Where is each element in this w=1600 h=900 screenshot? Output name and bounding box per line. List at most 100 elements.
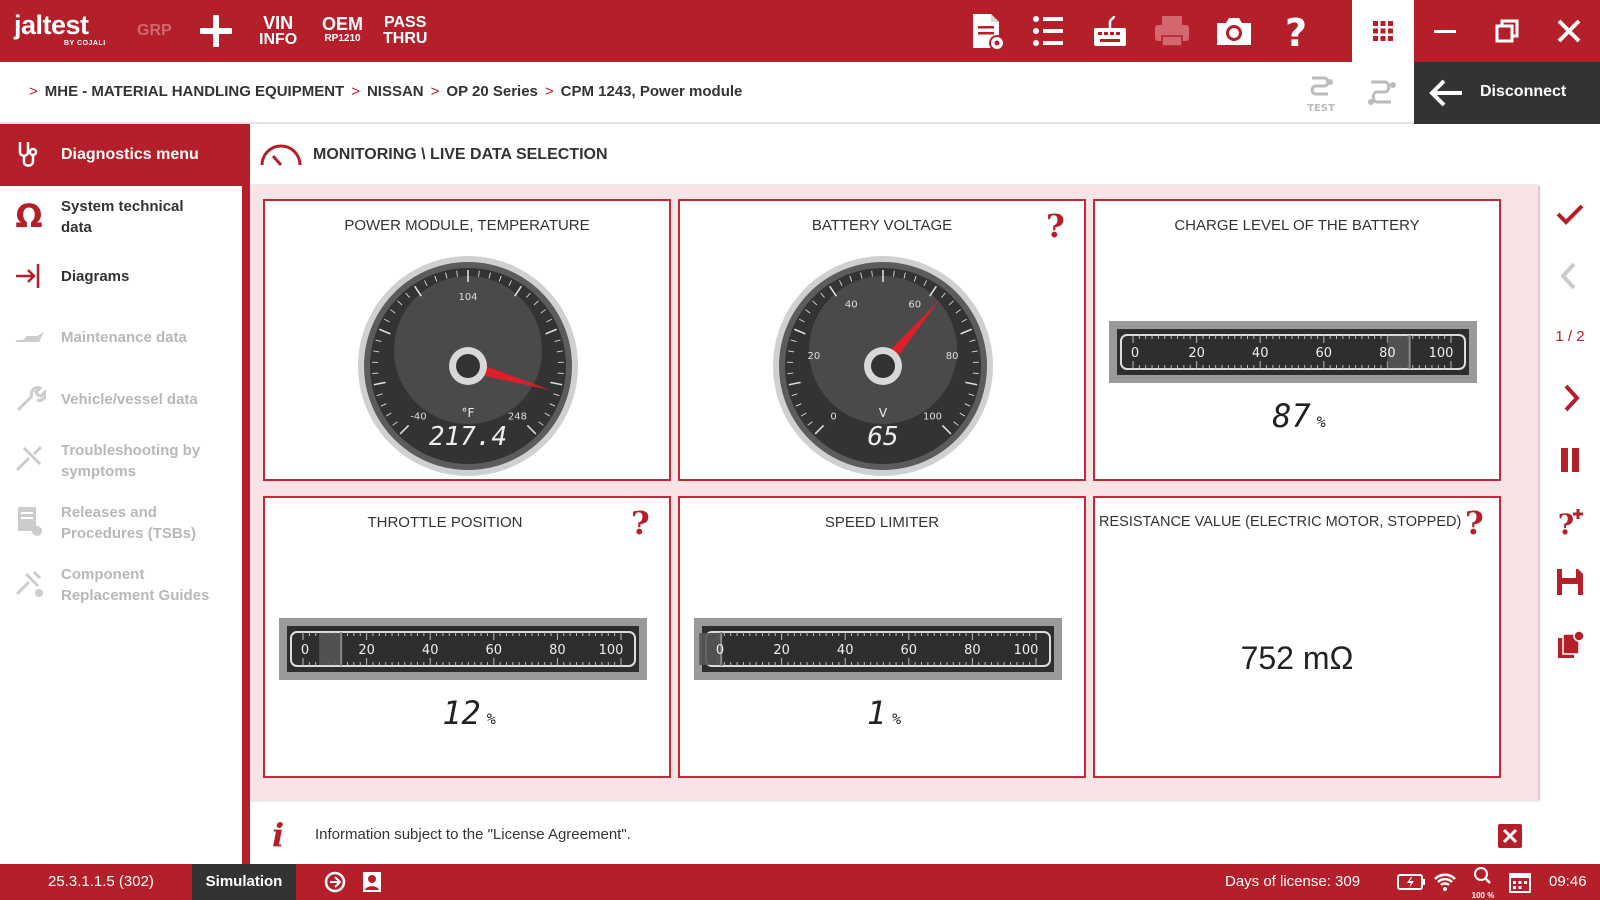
zoom-icon (1474, 867, 1491, 884)
calendar-icon[interactable] (1508, 870, 1532, 894)
breadcrumb-separator: > (29, 83, 38, 100)
sidebar-item-component-replacement: Component Replacement Guides (0, 564, 242, 622)
gauge-unit: V (879, 406, 888, 420)
replace-icon (15, 570, 43, 597)
help-question-icon[interactable]: ? (1046, 207, 1065, 245)
printer-icon[interactable] (1150, 10, 1194, 52)
bar-tick-label: 80 (549, 643, 566, 658)
gauge-hub-center (456, 354, 480, 378)
temperature-gauge: -40 104 248 °F 217.4 (358, 256, 578, 476)
info-bar: i Information subject to the "License Ag… (250, 800, 1540, 864)
disconnect-button[interactable]: Disconnect (1414, 62, 1600, 124)
resistance-value: 752 mΩ (1240, 640, 1354, 676)
pass-label: PASS (384, 14, 427, 31)
zoom-indicator[interactable]: 100 % (1468, 865, 1498, 900)
breadcrumb-item-nissan[interactable]: NISSAN (367, 83, 424, 100)
info-text: Information subject to the "License Agre… (315, 826, 631, 843)
close-info-icon[interactable] (1498, 824, 1522, 848)
svg-text:Ω: Ω (15, 198, 42, 232)
throttle-value-display: 12% (265, 694, 673, 732)
gauge-tick-label: 60 (908, 300, 921, 311)
charge-value-display: 87% (1095, 397, 1503, 435)
simulation-mode-badge[interactable]: Simulation (192, 864, 296, 900)
bar-tick-label: 100 (599, 643, 624, 658)
panel-title: BATTERY VOLTAGE (811, 217, 953, 234)
panel-power-module-temperature[interactable]: POWER MODULE, TEMPERATURE -40 104 248 °F 217… (263, 199, 671, 481)
help-icon[interactable]: ? (1274, 10, 1318, 55)
vin-info-button[interactable]: VIN INFO (259, 14, 297, 48)
panel-speed-limiter[interactable]: SPEED LIMITER 0 20 40 60 80 100 1% (678, 496, 1086, 778)
add-help-icon[interactable]: ? (1554, 506, 1586, 538)
test-icon[interactable]: TEST (1302, 74, 1340, 114)
tools-icon (15, 445, 43, 472)
grp-button[interactable]: GRP (137, 22, 172, 40)
gauge-tick-label: 248 (508, 411, 527, 422)
panel-title: RESISTANCE VALUE (ELECTRIC MOTOR, STOPPE… (1099, 514, 1462, 530)
breadcrumb-item-mhe[interactable]: MHE - MATERIAL HANDLING EQUIPMENT (45, 83, 344, 100)
sidebar-item-system-technical-data[interactable]: Ω System technical data (0, 196, 242, 254)
gauge-tick-label: 104 (458, 292, 477, 303)
pass-thru-button[interactable]: PASS THRU (383, 15, 427, 47)
info-icon: i (272, 816, 285, 854)
minimize-icon[interactable] (1428, 14, 1462, 48)
gauge-hub-center (871, 354, 895, 378)
speed-limiter-bar: 0 20 40 60 80 100 (694, 618, 1062, 680)
apps-grid-icon[interactable] (1352, 0, 1414, 62)
next-page-icon[interactable] (1554, 382, 1586, 414)
page-indicator: 1 / 2 (1555, 328, 1585, 345)
bar-tick-label: 20 (358, 643, 375, 658)
help-question-icon[interactable]: ? (631, 504, 650, 542)
report-icon[interactable] (964, 10, 1008, 52)
help-question-icon[interactable]: ? (1465, 504, 1484, 542)
gauge-icon (260, 144, 302, 166)
monitoring-header: MONITORING \ LIVE DATA SELECTION (250, 124, 1540, 186)
panel-charge-level[interactable]: CHARGE LEVEL OF THE BATTERY 0 20 40 60 80 100… (1093, 199, 1501, 481)
license-days-label: Days of license: 309 (1225, 873, 1361, 890)
user-icon[interactable] (360, 870, 384, 894)
add-icon[interactable] (198, 13, 234, 49)
rp1210-label: RP1210 (324, 33, 361, 44)
jaltest-logo: jaltest BY COJALI (14, 10, 105, 47)
gauge-value: 65 (867, 422, 898, 452)
sidebar-item-diagrams[interactable]: Diagrams (0, 258, 242, 316)
sidebar-header-diagnostics-menu[interactable]: Diagnostics menu (0, 124, 242, 186)
sidebar-item-label: System technical data (61, 198, 184, 236)
sidebar-item-releases-tsbs: Releases and Procedures (TSBs) (0, 502, 242, 560)
status-bar: 25.3.1.1.5 (302) Simulation Days of lice… (0, 864, 1600, 900)
charge-unit: % (1316, 413, 1326, 431)
list-icon[interactable] (1026, 10, 1070, 52)
sync-icon[interactable] (323, 870, 347, 894)
breadcrumb-item-series[interactable]: OP 20 Series (446, 83, 537, 100)
panel-title: POWER MODULE, TEMPERATURE (344, 217, 590, 234)
oem-rp1210-button[interactable]: OEM RP1210 (322, 15, 363, 44)
clock-time: 09:46 (1549, 873, 1587, 890)
bar-tick-label: 100 (1014, 643, 1039, 658)
panel-battery-voltage[interactable]: BATTERY VOLTAGE ? 0 20 40 60 80 100 V 65 (678, 199, 1086, 481)
charge-value: 87 (1272, 397, 1311, 435)
connection-icon[interactable] (1363, 74, 1401, 114)
oem-label: OEM (322, 14, 364, 34)
sidebar-item-vehicle-vessel-data: Vehicle/vessel data (0, 382, 242, 440)
confirm-check-icon[interactable] (1554, 198, 1586, 230)
previous-page-icon[interactable] (1554, 260, 1586, 292)
panel-resistance-value[interactable]: RESISTANCE VALUE (ELECTRIC MOTOR, STOPPE… (1093, 496, 1501, 778)
speed-unit: % (892, 710, 902, 728)
breadcrumb-item-module: CPM 1243, Power module (560, 83, 743, 100)
top-toolbar: jaltest BY COJALI GRP VIN INFO OEM RP121… (0, 0, 1600, 62)
panel-title: SPEED LIMITER (824, 514, 940, 531)
document-icon (18, 507, 42, 536)
breadcrumb-separator: > (544, 83, 554, 100)
bar-tick-label: 40 (837, 643, 854, 658)
camera-icon[interactable] (1212, 10, 1256, 52)
panel-throttle-position[interactable]: THROTTLE POSITION ? 0 20 40 60 80 100 12% (263, 496, 671, 778)
close-icon[interactable] (1552, 14, 1586, 48)
gauge-unit: °F (462, 406, 475, 420)
copy-data-icon[interactable] (1554, 628, 1586, 660)
pause-icon[interactable] (1554, 444, 1586, 476)
sidebar-item-label: Vehicle/vessel data (61, 391, 198, 408)
bar-tick-label: 80 (964, 643, 981, 658)
sidebar-header-label: Diagnostics menu (61, 146, 199, 163)
save-icon[interactable] (1554, 566, 1586, 598)
keyboard-icon[interactable] (1088, 10, 1132, 52)
restore-icon[interactable] (1490, 14, 1524, 48)
